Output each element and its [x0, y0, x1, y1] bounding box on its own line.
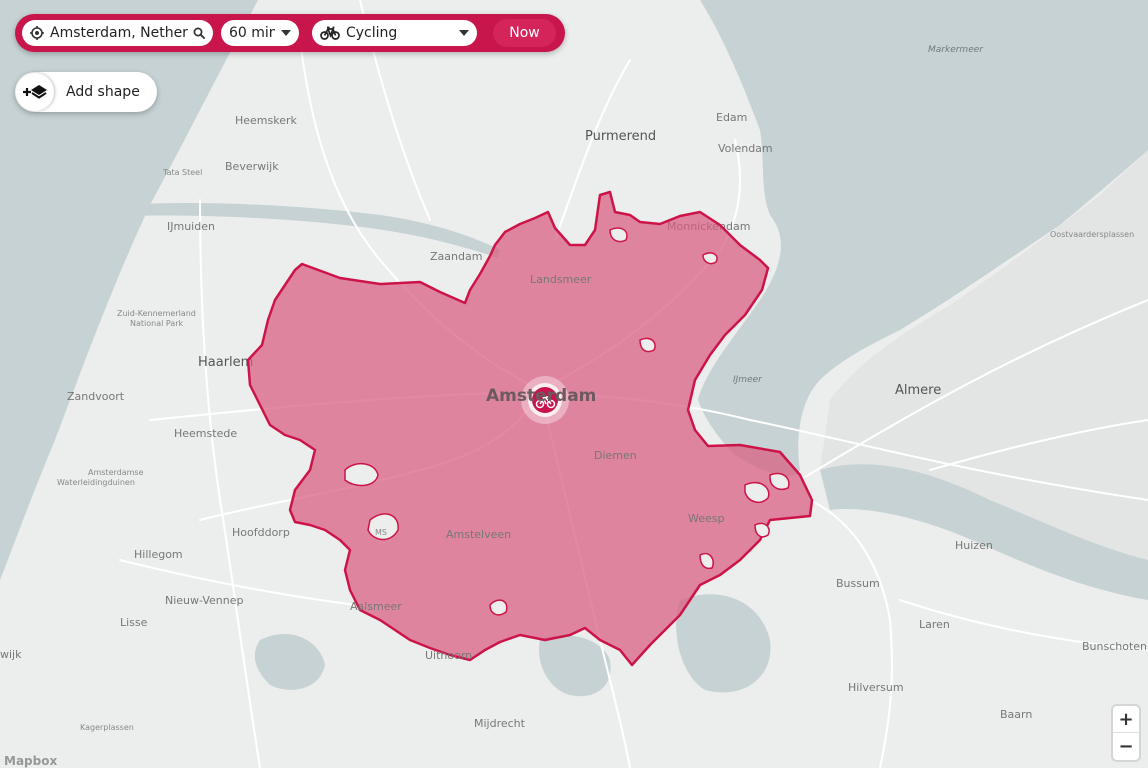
mapbox-attribution[interactable]: Mapbox — [4, 754, 57, 768]
label-beverwijk: Beverwijk — [225, 160, 279, 173]
chevron-down-icon — [459, 30, 469, 36]
label-diemen: Diemen — [594, 449, 637, 462]
label-edam: Edam — [716, 111, 747, 124]
label-bunschoten: Bunschoten — [1082, 640, 1147, 653]
label-amsterdam: Amsterdam — [486, 386, 596, 406]
map-canvas[interactable]: Markermeer Heemskerk Edam Purmerend Vole… — [0, 0, 1148, 768]
label-volendam: Volendam — [718, 142, 773, 155]
label-landsmeer: Landsmeer — [530, 273, 592, 286]
label-almere: Almere — [895, 383, 941, 398]
zoom-out-button[interactable]: − — [1113, 733, 1139, 760]
label-waterleidingduinen: Waterleidingduinen — [57, 478, 135, 487]
label-lisse: Lisse — [120, 616, 148, 629]
label-baarn: Baarn — [1000, 708, 1032, 721]
add-layer-icon — [16, 73, 54, 111]
duration-value: 60 min — [229, 25, 275, 41]
now-button[interactable]: Now — [493, 19, 556, 47]
crosshair-icon — [30, 26, 44, 40]
label-hoofddorp: Hoofddorp — [232, 526, 290, 539]
label-laren: Laren — [919, 618, 950, 631]
label-heemskerk: Heemskerk — [235, 114, 298, 127]
duration-select[interactable]: 60 min — [221, 20, 299, 46]
label-tata-steel: Tata Steel — [162, 168, 202, 177]
label-bussum: Bussum — [836, 577, 880, 590]
label-purmerend: Purmerend — [585, 129, 656, 144]
label-mijdrecht: Mijdrecht — [474, 717, 526, 730]
travel-mode-value: Cycling — [346, 25, 398, 41]
add-shape-button[interactable]: Add shape — [15, 72, 157, 112]
label-zandvoort: Zandvoort — [67, 390, 125, 403]
label-amstelveen: Amstelveen — [446, 528, 511, 541]
search-icon[interactable] — [193, 27, 205, 39]
label-national-park: National Park — [130, 319, 184, 328]
zoom-in-button[interactable]: + — [1113, 706, 1139, 733]
chevron-down-icon — [281, 30, 291, 36]
location-input[interactable]: Amsterdam, Netherlands — [22, 20, 213, 46]
travel-mode-select[interactable]: Cycling — [312, 20, 477, 46]
zoom-control: + − — [1113, 706, 1139, 760]
add-shape-label: Add shape — [66, 84, 140, 100]
label-zaandam: Zaandam — [430, 250, 482, 263]
label-aalsmeer: Aalsmeer — [350, 600, 402, 613]
label-ijmeer: IJmeer — [733, 375, 763, 385]
label-hillegom: Hillegom — [134, 548, 183, 561]
label-amsterdamse: Amsterdamse — [88, 468, 144, 477]
search-control-bar: Amsterdam, Netherlands 60 min Cycling No… — [15, 14, 565, 52]
label-hilversum: Hilversum — [848, 681, 904, 694]
label-ms: MS — [375, 528, 387, 537]
label-wijk: wijk — [0, 648, 22, 661]
label-huizen: Huizen — [955, 539, 993, 552]
label-nieuw-vennep: Nieuw-Vennep — [165, 594, 243, 607]
label-haarlem: Haarlem — [198, 355, 253, 370]
label-kagerplassen: Kagerplassen — [80, 723, 134, 732]
label-ijmuiden: IJmuiden — [167, 220, 215, 233]
label-oostvaardersplassen: Oostvaardersplassen — [1050, 230, 1134, 239]
label-markermeer: Markermeer — [928, 45, 984, 55]
location-value: Amsterdam, Netherlands — [50, 25, 189, 41]
label-uithoorn: Uithoorn — [425, 649, 472, 662]
label-zuid-kennemerland: Zuid-Kennemerland — [117, 309, 196, 318]
label-heemstede: Heemstede — [174, 427, 237, 440]
label-weesp: Weesp — [688, 512, 724, 525]
bicycle-icon — [320, 26, 340, 40]
